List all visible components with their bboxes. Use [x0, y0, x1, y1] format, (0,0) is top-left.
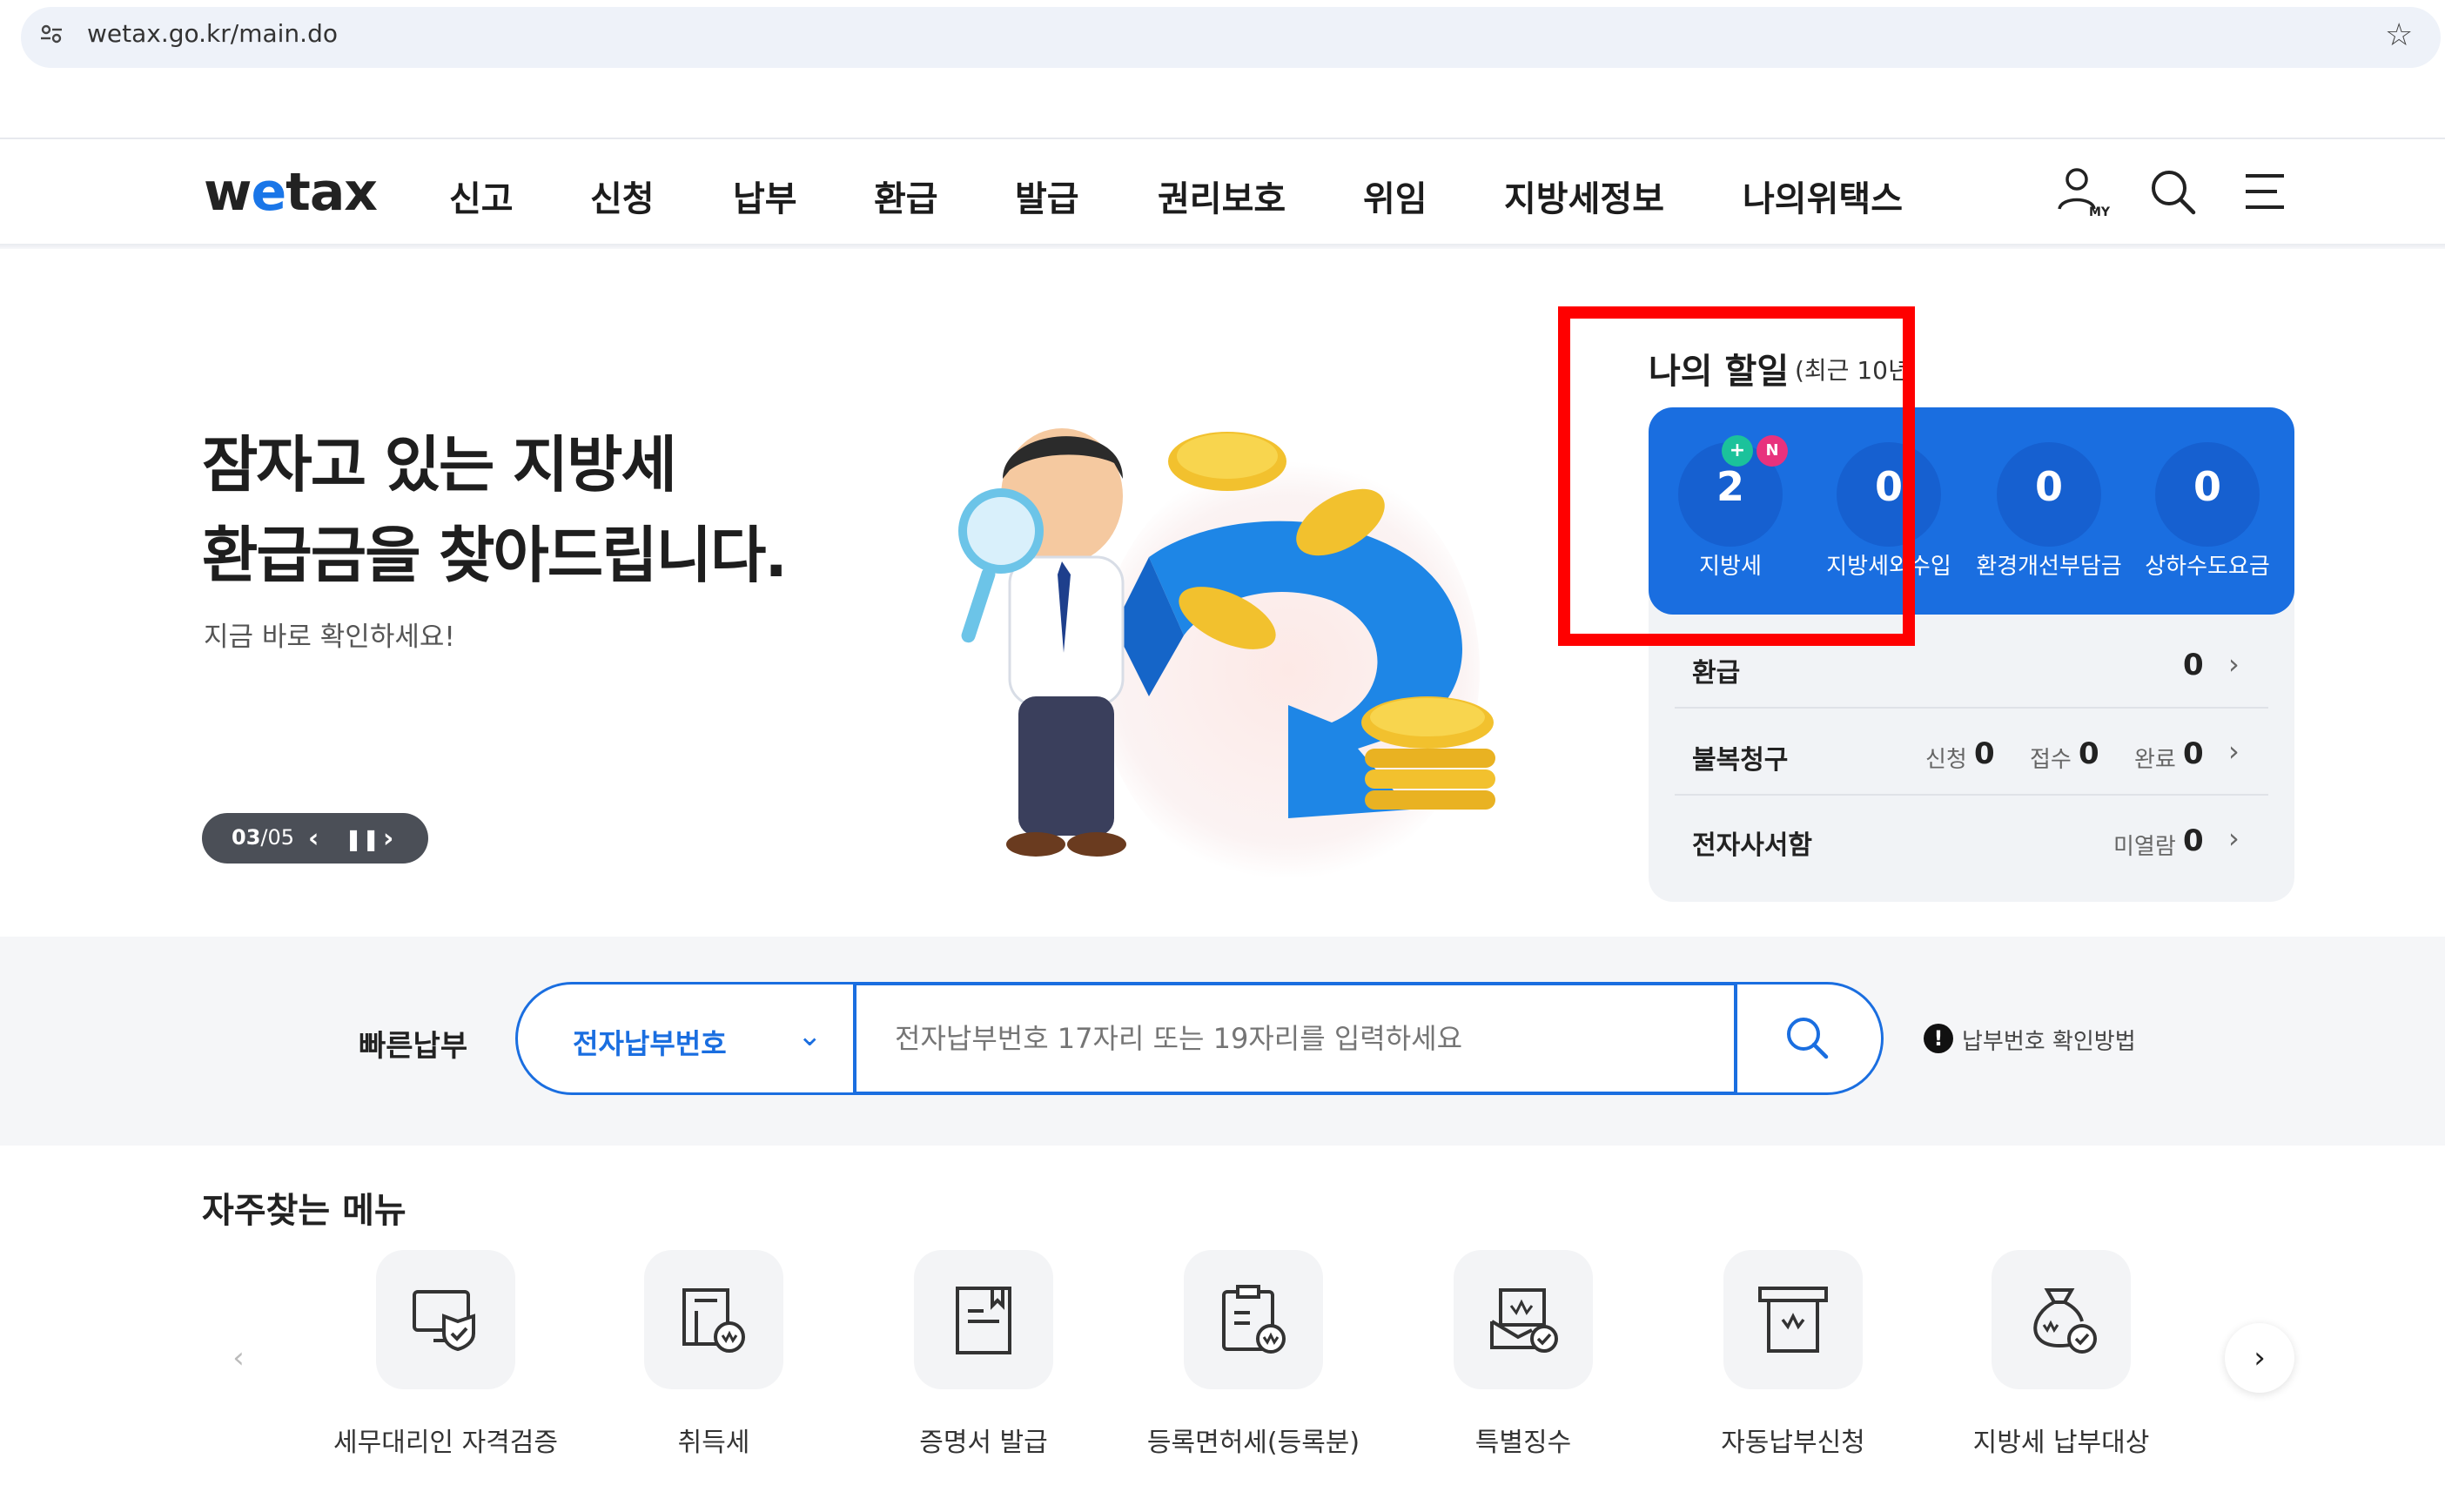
hero-title: 잠자고 있는 지방세 환급금을 찾아드립니다. [202, 429, 788, 591]
todo-env-charge-label: 환경개선부담금 [1976, 554, 2122, 580]
refund-count: 0 [2183, 648, 2204, 682]
edoc-chevron-icon[interactable]: › [2228, 822, 2240, 855]
edoc-row-label[interactable]: 전자사서함 [1692, 823, 1812, 862]
refund-chevron-icon[interactable]: › [2228, 648, 2240, 681]
edoc-unread-count: 0 [2183, 823, 2204, 858]
monitor-shield-icon [413, 1290, 475, 1352]
slide-next-button[interactable]: › [383, 823, 393, 854]
menu-label-acquisition-tax[interactable]: 취득세 [574, 1421, 853, 1459]
menu-label-tax-targets[interactable]: 지방세 납부대상 [1922, 1421, 2200, 1459]
appeal-receive-label: 접수 [2030, 747, 2072, 773]
slide-prev-button[interactable]: ‹ [308, 823, 319, 854]
highlight-box [1558, 306, 1915, 646]
chevron-down-icon[interactable]: ⌄ [797, 1018, 823, 1053]
address-bar[interactable] [21, 7, 2441, 68]
nav-refund[interactable]: 환급 [874, 171, 938, 221]
search-icon[interactable] [2145, 164, 2200, 219]
todo-env-charge-count[interactable]: 0 [1962, 463, 2136, 510]
svg-text:MY: MY [2089, 205, 2110, 219]
todo-water-fee-label: 상하수도요금 [2145, 554, 2270, 580]
row-divider [1675, 794, 2268, 796]
quick-pay-search-icon[interactable] [1781, 1011, 1833, 1064]
payment-number-help-link[interactable]: 납부번호 확인방법 [1962, 1024, 2136, 1056]
printer-icon [1758, 1287, 1828, 1353]
info-alert-icon: ! [1924, 1024, 1953, 1053]
nav-report[interactable]: 신고 [449, 171, 514, 221]
envelope-check-icon [1490, 1288, 1558, 1353]
refund-row-label[interactable]: 환급 [1692, 651, 1740, 689]
nav-apply[interactable]: 신청 [590, 171, 655, 221]
frequent-prev-arrow[interactable]: ‹ [204, 1323, 273, 1393]
row-divider [1675, 707, 2268, 709]
frequent-menu-title: 자주찾는 메뉴 [202, 1191, 406, 1231]
appeal-done-label: 완료 [2134, 747, 2176, 773]
slide-counter: 03/05 [232, 825, 295, 850]
nav-delegation[interactable]: 위임 [1363, 171, 1427, 221]
payment-type-select[interactable]: 전자납부번호 [573, 1022, 727, 1062]
quick-pay-label: 빠른납부 [359, 1029, 468, 1064]
wetax-logo[interactable]: wetax [204, 162, 378, 223]
header-divider [0, 138, 2445, 139]
site-settings-icon[interactable] [38, 21, 64, 47]
url-text[interactable]: wetax.go.kr/main.do [87, 19, 338, 48]
appeal-apply-label: 신청 [1925, 747, 1967, 773]
menu-label-registration-tax[interactable]: 등록면허세(등록분) [1114, 1421, 1393, 1459]
appeal-receive-count: 0 [2079, 736, 2099, 771]
money-bag-icon [2033, 1288, 2097, 1354]
hero-subtitle: 지금 바로 확인하세요! [204, 622, 455, 653]
appeal-row-label[interactable]: 불복청구 [1692, 738, 1788, 776]
payment-number-input[interactable] [853, 982, 1737, 1095]
building-coin-icon [682, 1288, 745, 1353]
header-shadow [0, 244, 2445, 249]
appeal-chevron-icon[interactable]: › [2228, 735, 2240, 768]
nav-rights[interactable]: 권리보호 [1158, 171, 1286, 221]
appeal-done-count: 0 [2183, 736, 2204, 771]
refund-illustration [958, 428, 1495, 857]
document-icon [956, 1287, 1011, 1354]
nav-my-wetax[interactable]: 나의위택스 [1743, 171, 1903, 221]
todo-water-fee-count[interactable]: 0 [2120, 463, 2294, 510]
edoc-unread-label: 미열람 [2113, 834, 2176, 860]
nav-issue[interactable]: 발급 [1015, 171, 1079, 221]
menu-label-special-collection[interactable]: 특별징수 [1384, 1421, 1662, 1459]
menu-label-auto-pay[interactable]: 자동납부신청 [1654, 1421, 1932, 1459]
menu-icon[interactable] [2239, 164, 2294, 219]
bookmark-star-icon[interactable]: ☆ [2385, 17, 2413, 53]
slide-pause-button[interactable]: ❚❚ [345, 827, 380, 851]
nav-pay[interactable]: 납부 [733, 171, 797, 221]
appeal-apply-count: 0 [1974, 736, 1995, 771]
clipboard-coin-icon [1222, 1285, 1286, 1354]
my-user-icon[interactable]: MY [2054, 164, 2110, 219]
frequent-next-arrow[interactable]: › [2225, 1323, 2294, 1393]
menu-label-agent-verify[interactable]: 세무대리인 자격검증 [306, 1421, 585, 1459]
menu-label-certificate[interactable]: 증명서 발급 [844, 1421, 1123, 1459]
nav-local-tax-info[interactable]: 지방세정보 [1504, 171, 1664, 221]
